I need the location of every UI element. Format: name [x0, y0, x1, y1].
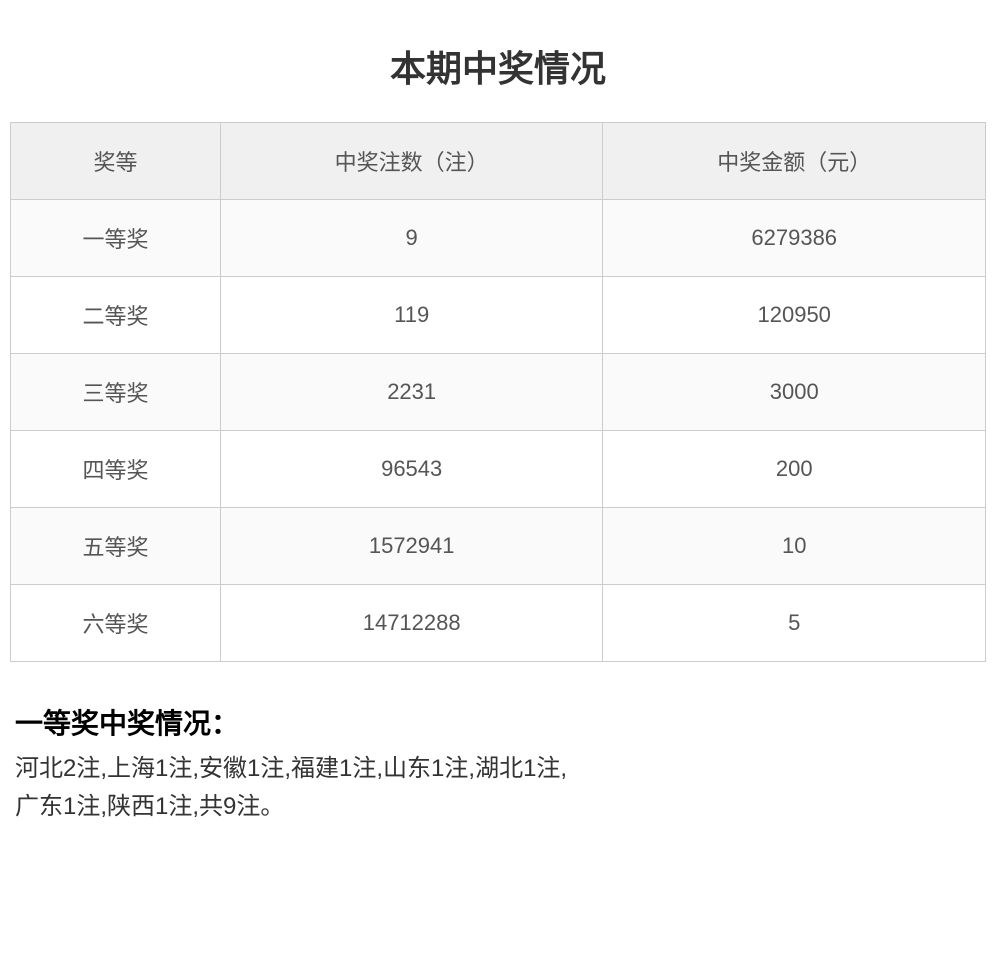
page-container: 本期中奖情况 奖等 中奖注数（注） 中奖金额（元） 一等奖96279386二等奖…: [0, 0, 996, 857]
prize-level-cell: 二等奖: [11, 277, 221, 354]
prize-level-cell: 三等奖: [11, 354, 221, 431]
first-prize-section: 一等奖中奖情况： 河北2注,上海1注,安徽1注,福建1注,山东1注,湖北1注, …: [10, 692, 986, 837]
col-header-prize-level: 奖等: [11, 123, 221, 200]
first-prize-title: 一等奖中奖情况：: [15, 702, 981, 742]
prize-level-cell: 六等奖: [11, 585, 221, 662]
table-header-row: 奖等 中奖注数（注） 中奖金额（元）: [11, 123, 986, 200]
col-header-count: 中奖注数（注）: [220, 123, 603, 200]
table-row: 一等奖96279386: [11, 200, 986, 277]
first-prize-detail-line1: 河北2注,上海1注,安徽1注,福建1注,山东1注,湖北1注,: [15, 750, 981, 788]
prize-count-cell: 119: [220, 277, 603, 354]
table-row: 二等奖119120950: [11, 277, 986, 354]
prize-level-cell: 一等奖: [11, 200, 221, 277]
prize-amount-cell: 6279386: [603, 200, 986, 277]
first-prize-detail-line2: 广东1注,陕西1注,共9注。: [15, 788, 981, 826]
prize-level-cell: 五等奖: [11, 508, 221, 585]
prize-level-cell: 四等奖: [11, 431, 221, 508]
table-row: 三等奖22313000: [11, 354, 986, 431]
table-row: 四等奖96543200: [11, 431, 986, 508]
prize-amount-cell: 200: [603, 431, 986, 508]
prize-amount-cell: 10: [603, 508, 986, 585]
prize-count-cell: 2231: [220, 354, 603, 431]
prize-amount-cell: 5: [603, 585, 986, 662]
page-title: 本期中奖情况: [10, 20, 986, 122]
prize-count-cell: 14712288: [220, 585, 603, 662]
prize-count-cell: 1572941: [220, 508, 603, 585]
col-header-amount: 中奖金额（元）: [603, 123, 986, 200]
prize-count-cell: 96543: [220, 431, 603, 508]
prize-amount-cell: 120950: [603, 277, 986, 354]
prize-amount-cell: 3000: [603, 354, 986, 431]
table-row: 五等奖157294110: [11, 508, 986, 585]
prize-count-cell: 9: [220, 200, 603, 277]
prize-table: 奖等 中奖注数（注） 中奖金额（元） 一等奖96279386二等奖1191209…: [10, 122, 986, 662]
table-row: 六等奖147122885: [11, 585, 986, 662]
